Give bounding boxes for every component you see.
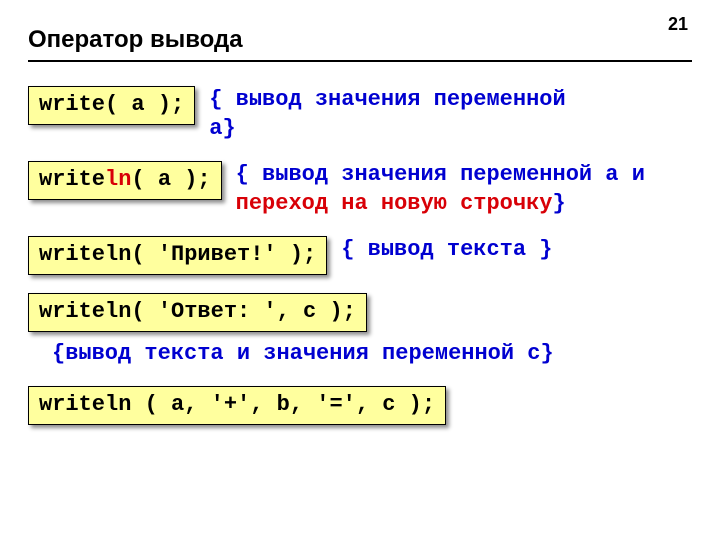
- title-rule: [28, 60, 692, 62]
- comment-text: вывод текста и значения переменной c: [65, 341, 540, 366]
- code-box: writeln( 'Ответ: ', c );: [28, 293, 367, 332]
- code-text: write( a );: [39, 92, 184, 117]
- comment: { вывод значения переменной a и переход …: [236, 161, 666, 218]
- comment: { вывод значения переменной a}: [209, 86, 589, 143]
- code-text: writeln( 'Ответ: ', c );: [39, 299, 356, 324]
- brace-open: {: [341, 237, 367, 262]
- code-box: writeln ( a, '+', b, '=', c );: [28, 386, 446, 425]
- brace-close: }: [540, 341, 553, 366]
- comment: {вывод текста и значения переменной c}: [52, 340, 692, 369]
- example-row: write( a ); { вывод значения переменной …: [28, 86, 692, 143]
- page-title: Оператор вывода: [28, 26, 692, 54]
- page-number: 21: [668, 14, 688, 35]
- comment-text: вывод значения переменной a и: [262, 162, 645, 187]
- brace-open: {: [236, 162, 262, 187]
- code-box: write( a );: [28, 86, 195, 125]
- brace-close: }: [553, 191, 566, 216]
- comment: { вывод текста }: [341, 236, 552, 265]
- comment-highlight: переход на новую строчку: [236, 191, 553, 216]
- brace-close: }: [222, 116, 235, 141]
- example-row: writeln ( a, '+', b, '=', c );: [28, 386, 692, 425]
- code-box: writeln( 'Привет!' );: [28, 236, 327, 275]
- comment-text: вывод текста: [368, 237, 526, 262]
- example-row: writeln( 'Ответ: ', c );: [28, 293, 692, 332]
- example-row: writeln( 'Привет!' ); { вывод текста }: [28, 236, 692, 275]
- example-row: writeln( a ); { вывод значения переменно…: [28, 161, 692, 218]
- code-box: writeln( a );: [28, 161, 222, 200]
- brace-open: {: [52, 341, 65, 366]
- code-text: writeln( a );: [39, 167, 211, 192]
- comment-text: вывод значения переменной a: [209, 87, 565, 141]
- brace-open: {: [209, 87, 235, 112]
- code-text: writeln( 'Привет!' );: [39, 242, 316, 267]
- code-text: writeln ( a, '+', b, '=', c );: [39, 392, 435, 417]
- brace-close: }: [526, 237, 552, 262]
